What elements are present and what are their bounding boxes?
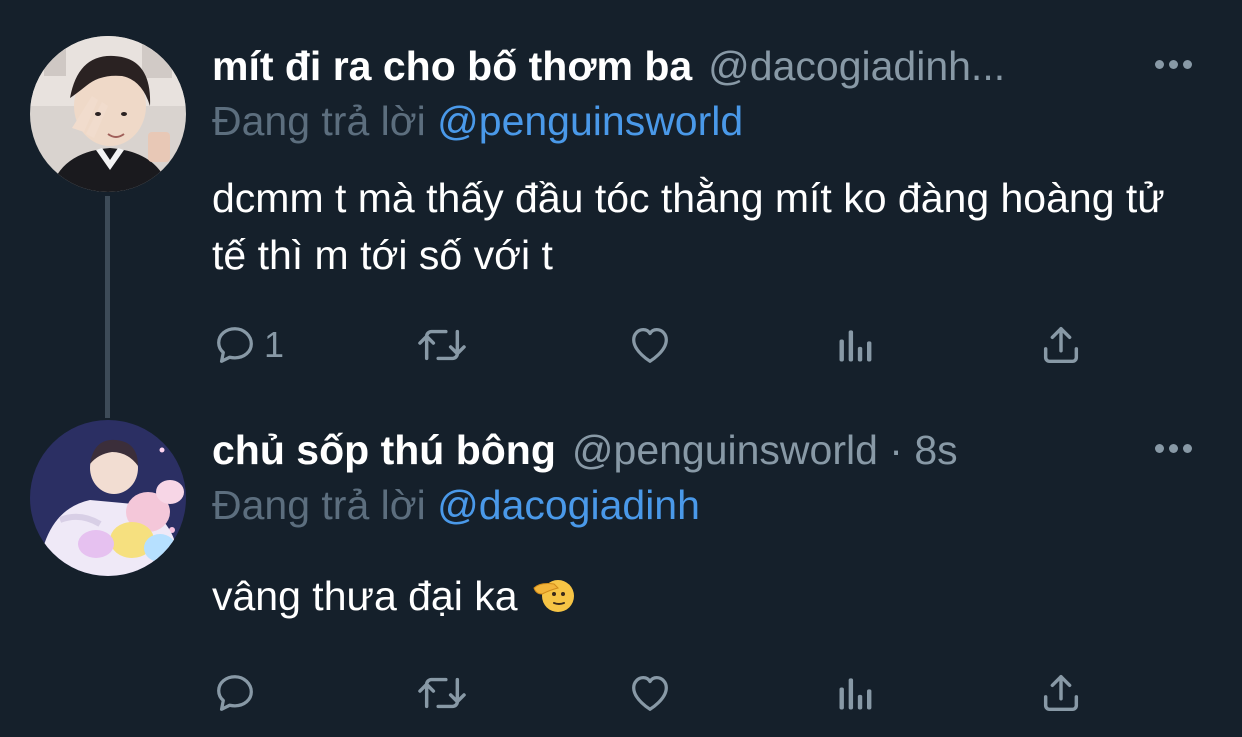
more-dots-icon[interactable] (1148, 426, 1198, 470)
more-dots-icon[interactable] (1148, 42, 1198, 86)
views-button[interactable] (834, 320, 878, 370)
share-upload-icon (1043, 326, 1079, 364)
tweet-actions: 1 (212, 320, 1092, 370)
display-name[interactable]: mít đi ra cho bố thơm ba (212, 43, 692, 90)
replying-to-handle-link[interactable]: @penguinsworld (437, 98, 743, 144)
tweet-text: dcmm t mà thấy đầu tóc thằng mít ko đàng… (212, 175, 1165, 278)
avatar[interactable] (30, 420, 186, 576)
tweet[interactable]: mít đi ra cho bố thơm ba @dacogiadinh...… (0, 0, 1242, 418)
replying-to-line: Đang trả lời @penguinsworld (212, 98, 743, 145)
share-button[interactable] (1038, 320, 1084, 370)
tweet-header: mít đi ra cho bố thơm ba @dacogiadinh... (212, 36, 1212, 96)
reply-count: 1 (264, 324, 285, 365)
display-name[interactable]: chủ sốp thú bông (212, 427, 556, 474)
tweet-text: vâng thưa đại ka (212, 573, 518, 619)
conversation-thread: mít đi ra cho bố thơm ba @dacogiadinh...… (0, 0, 1242, 737)
replying-to-handle-link[interactable]: @dacogiadinh (437, 482, 700, 528)
reply-button[interactable]: 1 (212, 320, 284, 370)
heart-icon (632, 328, 668, 363)
like-button[interactable] (626, 668, 674, 718)
bar-chart-icon (839, 678, 872, 710)
saluting-face-icon (532, 580, 574, 612)
retweet-button[interactable] (414, 668, 470, 718)
avatar-image (30, 420, 186, 576)
user-handle[interactable]: @dacogiadinh... (708, 43, 1005, 90)
comment-bubble-icon (217, 675, 253, 711)
reply-button[interactable] (212, 668, 258, 718)
like-button[interactable] (626, 320, 674, 370)
avatar-image (30, 36, 186, 192)
retweet-arrows-icon (418, 329, 466, 361)
avatar[interactable] (30, 36, 186, 192)
retweet-button[interactable] (414, 320, 470, 370)
replying-to-label: Đang trả lời (212, 98, 426, 144)
tweet-actions (212, 668, 1092, 718)
user-handle[interactable]: @penguinsworld · 8s (572, 427, 958, 474)
retweet-arrows-icon (418, 677, 466, 709)
tweet[interactable]: chủ sốp thú bông @penguinsworld · 8s Đan… (0, 400, 1242, 737)
bar-chart-icon (839, 330, 872, 362)
tweet-header: chủ sốp thú bông @penguinsworld · 8s (212, 420, 1212, 480)
replying-to-label: Đang trả lời (212, 482, 426, 528)
share-upload-icon (1043, 674, 1079, 712)
thread-connector-line (105, 196, 110, 418)
share-button[interactable] (1038, 668, 1084, 718)
tweet-text-container: vâng thưa đại ka (212, 568, 1202, 625)
views-button[interactable] (834, 668, 878, 718)
replying-to-line: Đang trả lời @dacogiadinh (212, 482, 700, 529)
heart-icon (632, 676, 668, 711)
comment-bubble-icon (217, 327, 253, 363)
